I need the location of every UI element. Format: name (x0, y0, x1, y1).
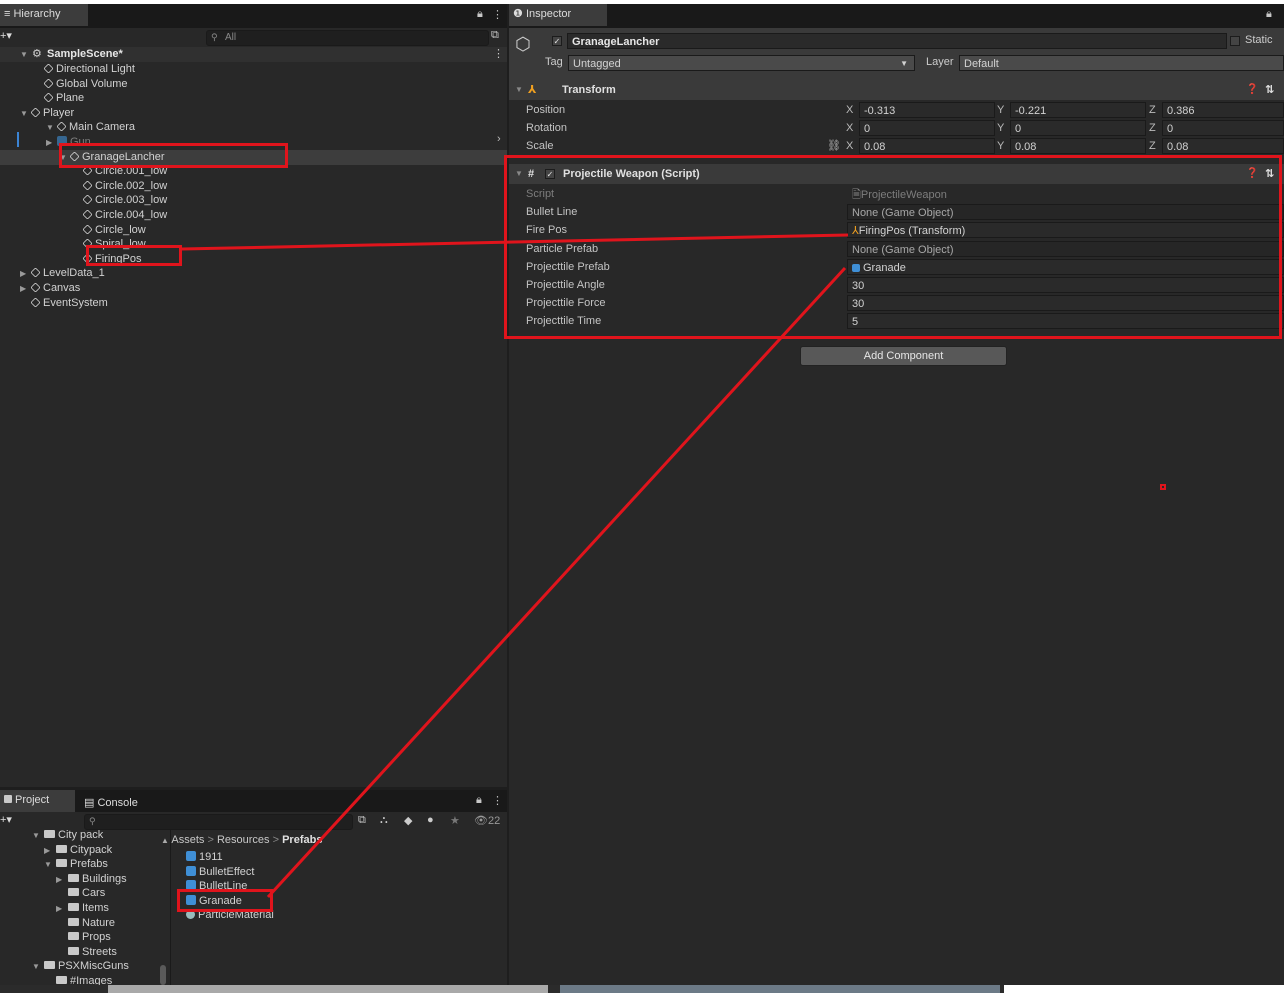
annotation-line-firingpos (181, 233, 849, 251)
annotation-lines (181, 233, 849, 899)
annotation-line-granade (266, 266, 847, 899)
